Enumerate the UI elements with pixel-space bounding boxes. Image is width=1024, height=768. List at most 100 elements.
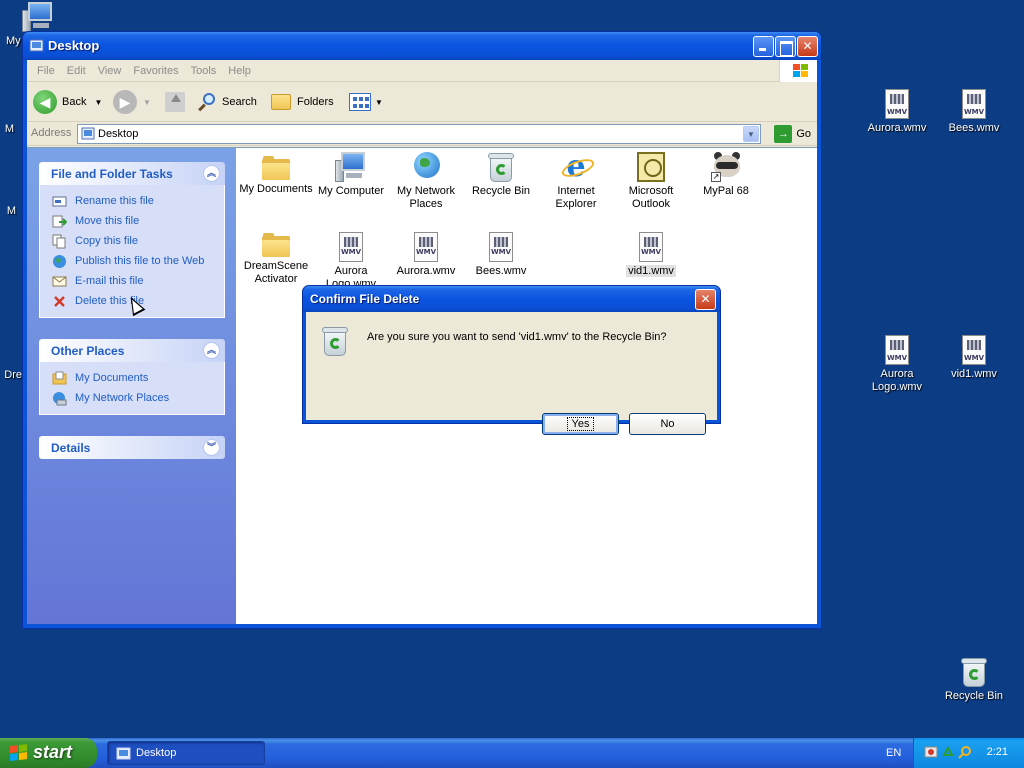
file-label: MyPal 68 bbox=[703, 185, 749, 197]
back-label: Back bbox=[62, 96, 87, 108]
maximize-button[interactable] bbox=[775, 36, 796, 57]
views-button[interactable]: ▼ bbox=[349, 89, 383, 115]
panel-title: Details bbox=[51, 441, 91, 455]
file-folder-tasks-panel: File and Folder Tasks ︽ Rename this file… bbox=[39, 162, 225, 318]
no-label: No bbox=[660, 418, 675, 430]
panel-header[interactable]: Other Places ︽ bbox=[39, 339, 225, 362]
network-icon bbox=[52, 391, 67, 406]
file-my-computer[interactable]: My Computer bbox=[313, 152, 389, 198]
folder-icon bbox=[262, 233, 290, 257]
mypal-raccoon-icon: ↗ bbox=[711, 152, 741, 182]
collapse-icon[interactable]: ︽ bbox=[203, 342, 220, 359]
file-aurora-logo-wmv[interactable]: WMV Aurora Logo.wmv bbox=[313, 232, 389, 291]
search-icon bbox=[197, 92, 217, 112]
recycle-bin-icon bbox=[488, 152, 514, 182]
collapse-icon[interactable]: ︽ bbox=[203, 165, 220, 182]
file-dreamscene-activator[interactable]: DreamScene Activator bbox=[238, 229, 314, 286]
desktop-icon-left-2[interactable]: M bbox=[0, 120, 14, 136]
menu-favorites[interactable]: Favorites bbox=[127, 60, 184, 82]
panel-header[interactable]: Details ︾ bbox=[39, 436, 225, 459]
file-vid1-wmv[interactable]: WMV vid1.wmv bbox=[613, 232, 689, 278]
desktop-icon-recycle-bin[interactable]: Recycle Bin bbox=[936, 657, 1012, 703]
no-button[interactable]: No bbox=[629, 413, 706, 435]
address-label: Address bbox=[31, 127, 72, 139]
yes-button[interactable]: Yes bbox=[542, 413, 619, 435]
menu-help[interactable]: Help bbox=[222, 60, 257, 82]
task-move-file[interactable]: Move this file bbox=[52, 211, 224, 231]
internet-explorer-icon: e bbox=[561, 152, 591, 182]
tray-search-icon[interactable] bbox=[958, 745, 972, 759]
taskbar-button-label: Desktop bbox=[136, 747, 177, 759]
recycle-bin-icon bbox=[961, 657, 987, 687]
standard-toolbar: ◀ Back ▼ ▶ ▼ Search Folders ▼ bbox=[27, 82, 817, 122]
desktop-icon-vid1-wmv[interactable]: WMV vid1.wmv bbox=[936, 335, 1012, 381]
search-label: Search bbox=[222, 96, 257, 108]
file-internet-explorer[interactable]: e Internet Explorer bbox=[538, 152, 614, 211]
file-microsoft-outlook[interactable]: Microsoft Outlook bbox=[613, 152, 689, 211]
file-my-network-places[interactable]: My Network Places bbox=[388, 152, 464, 211]
file-my-documents[interactable]: My Documents bbox=[238, 152, 314, 196]
file-label: Recycle Bin bbox=[471, 185, 531, 197]
window-title: Desktop bbox=[48, 38, 100, 53]
desktop-icon-left-4[interactable]: Dre bbox=[0, 366, 22, 382]
minimize-button[interactable] bbox=[753, 36, 774, 57]
window-titlebar[interactable]: Desktop ✕ bbox=[23, 32, 821, 60]
place-my-documents[interactable]: My Documents bbox=[52, 368, 224, 388]
start-button[interactable]: start bbox=[0, 738, 97, 768]
panel-header[interactable]: File and Folder Tasks ︽ bbox=[39, 162, 225, 185]
file-recycle-bin[interactable]: Recycle Bin bbox=[463, 152, 539, 198]
wmv-file-icon: WMV bbox=[639, 232, 663, 262]
go-label: Go bbox=[796, 128, 811, 140]
file-bees-wmv[interactable]: WMV Bees.wmv bbox=[463, 232, 539, 278]
up-folder-icon bbox=[165, 92, 185, 112]
back-arrow-icon: ◀ bbox=[33, 90, 57, 114]
file-aurora-wmv[interactable]: WMV Aurora.wmv bbox=[388, 232, 464, 278]
search-button[interactable]: Search bbox=[197, 89, 257, 115]
wmv-file-icon: WMV bbox=[962, 89, 986, 119]
address-dropdown-button[interactable]: ▼ bbox=[743, 126, 759, 142]
desktop-icon-left-3[interactable]: M bbox=[0, 202, 16, 218]
wmv-file-icon: WMV bbox=[885, 89, 909, 119]
confirm-delete-dialog: Confirm File Delete ✕ Are you sure you w… bbox=[302, 285, 721, 435]
menu-file[interactable]: File bbox=[31, 60, 61, 82]
forward-arrow-icon: ▶ bbox=[113, 90, 137, 114]
dialog-close-button[interactable]: ✕ bbox=[695, 289, 716, 310]
desktop-icon-label: M bbox=[6, 205, 16, 217]
wmv-file-icon: WMV bbox=[339, 232, 363, 262]
panel-body: My Documents My Network Places bbox=[39, 362, 225, 415]
address-input[interactable]: Desktop ▼ bbox=[77, 124, 761, 144]
file-mypal-68[interactable]: ↗ MyPal 68 bbox=[688, 152, 764, 198]
dialog-titlebar[interactable]: Confirm File Delete ✕ bbox=[303, 286, 720, 312]
folder-icon bbox=[52, 371, 67, 386]
menu-edit[interactable]: Edit bbox=[61, 60, 92, 82]
forward-button[interactable]: ▶ ▼ bbox=[113, 89, 151, 115]
task-email-file[interactable]: E-mail this file bbox=[52, 271, 224, 291]
file-label: My Documents bbox=[239, 183, 313, 195]
copy-icon bbox=[52, 234, 67, 249]
task-copy-file[interactable]: Copy this file bbox=[52, 231, 224, 251]
task-publish-web[interactable]: Publish this file to the Web bbox=[52, 251, 224, 271]
taskbar-button-desktop[interactable]: Desktop bbox=[107, 741, 265, 765]
back-button[interactable]: ◀ Back ▼ bbox=[33, 89, 102, 115]
tray-recycle-icon[interactable] bbox=[941, 745, 955, 759]
menu-view[interactable]: View bbox=[92, 60, 128, 82]
start-label: start bbox=[33, 742, 73, 762]
folders-button[interactable]: Folders bbox=[271, 89, 334, 115]
go-button[interactable]: → Go bbox=[774, 125, 811, 143]
yes-label: Yes bbox=[566, 417, 595, 431]
desktop-icon-bees-wmv[interactable]: WMV Bees.wmv bbox=[936, 89, 1012, 135]
desktop-icon-aurora-wmv[interactable]: WMV Aurora.wmv bbox=[859, 89, 935, 135]
delete-icon bbox=[52, 294, 67, 309]
clock[interactable]: 2:21 bbox=[987, 746, 1008, 758]
menu-tools[interactable]: Tools bbox=[185, 60, 223, 82]
up-folder-button[interactable] bbox=[165, 89, 185, 115]
tray-app-icon[interactable] bbox=[924, 745, 938, 759]
file-label: Internet Explorer bbox=[555, 185, 597, 210]
close-button[interactable]: ✕ bbox=[797, 36, 818, 57]
place-my-network-places[interactable]: My Network Places bbox=[52, 388, 224, 408]
details-panel: Details ︾ bbox=[39, 436, 225, 459]
desktop-icon-aurora-logo-wmv[interactable]: WMV Aurora Logo.wmv bbox=[859, 335, 935, 394]
expand-icon[interactable]: ︾ bbox=[203, 439, 220, 456]
task-rename-file[interactable]: Rename this file bbox=[52, 191, 224, 211]
language-indicator[interactable]: EN bbox=[886, 747, 901, 759]
